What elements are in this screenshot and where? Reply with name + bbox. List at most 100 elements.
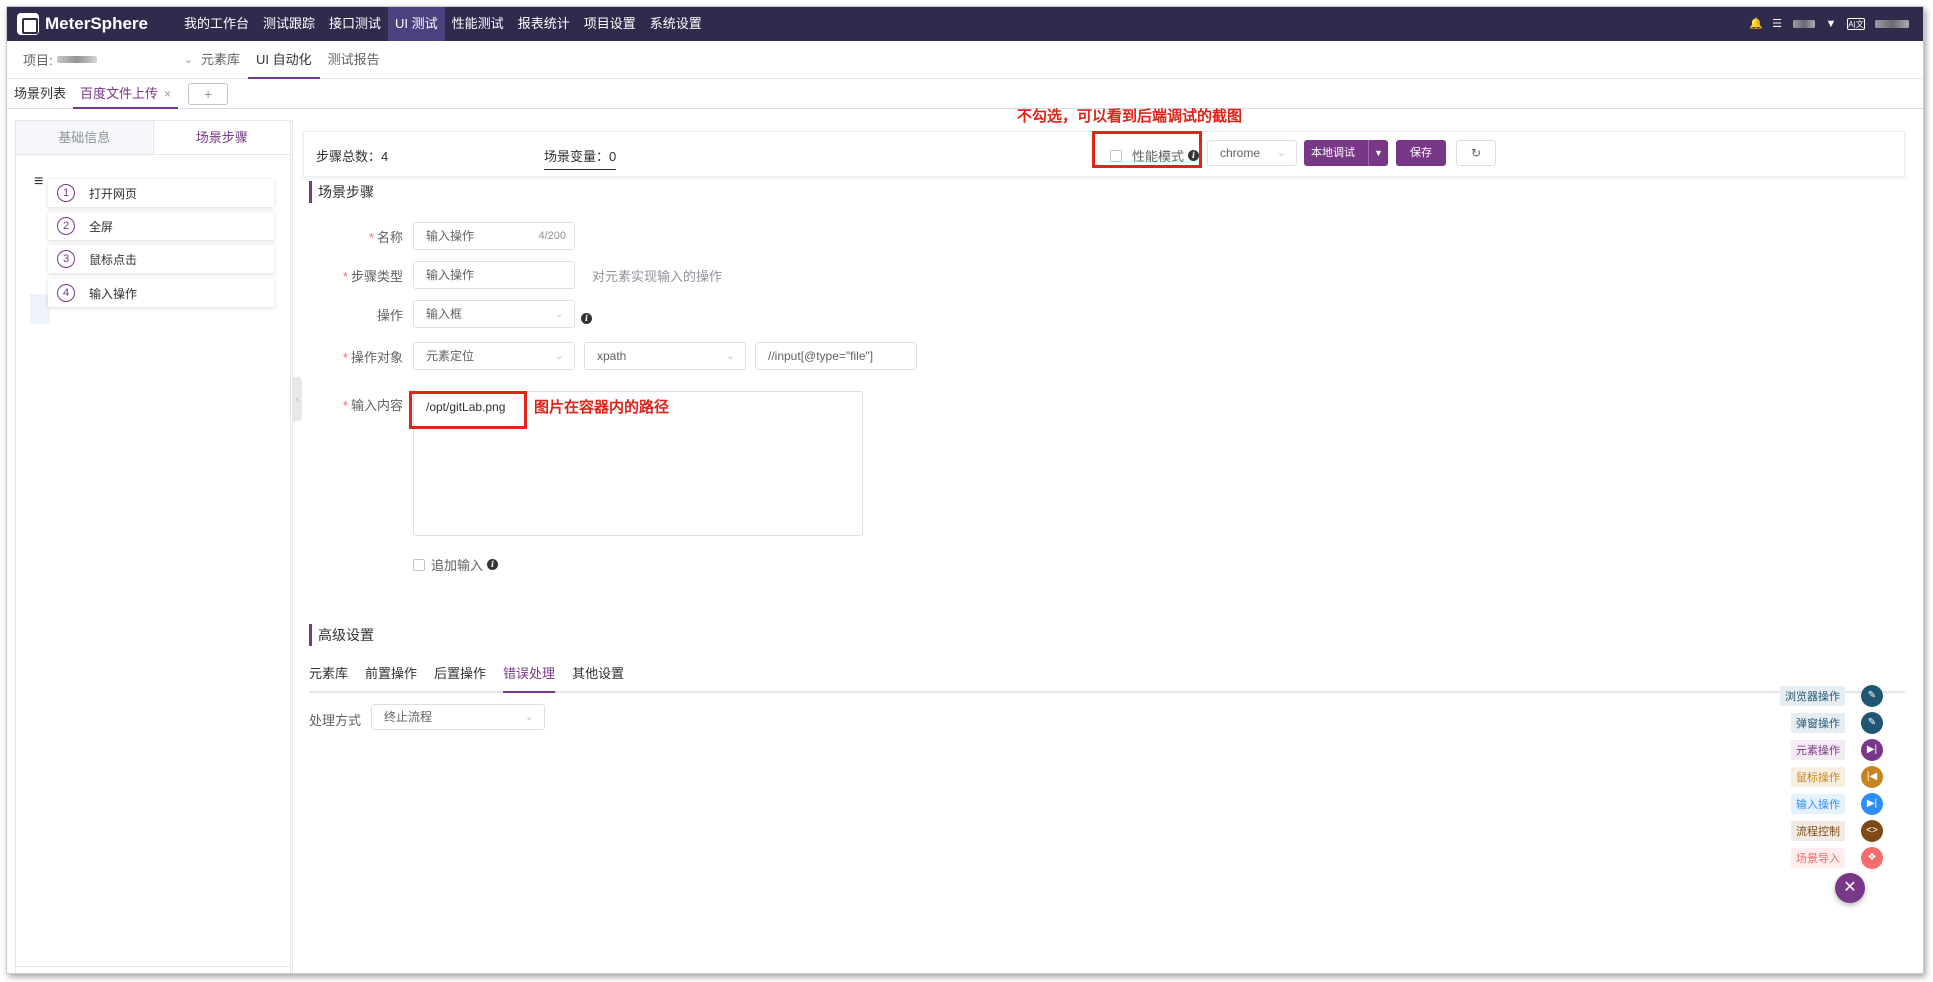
caret-down-icon[interactable]: ▼: [1825, 18, 1837, 30]
save-button[interactable]: 保存: [1396, 140, 1446, 166]
project-selector[interactable]: 项目: ⌄: [23, 50, 193, 69]
operation-select[interactable]: 输入框 ⌄: [413, 300, 575, 328]
add-tab-button[interactable]: +: [188, 82, 229, 105]
fab-label: 浏览器操作: [1780, 686, 1845, 706]
skip-back-icon[interactable]: |◀: [1861, 766, 1883, 788]
path-annotation: 图片在容器内的路径: [534, 399, 670, 416]
tab-baidu-upload-label: 百度文件上传: [80, 85, 159, 101]
nav-performance-test[interactable]: 性能测试: [445, 7, 511, 41]
skip-forward-icon[interactable]: ▶|: [1861, 739, 1883, 761]
step-item[interactable]: 1 打开网页: [48, 179, 274, 207]
hamburger-icon[interactable]: ≡: [34, 173, 43, 191]
language-icon[interactable]: A|文: [1847, 18, 1865, 30]
top-navbar: MeterSphere 我的工作台 测试跟踪 接口测试 UI 测试 性能测试 报…: [7, 7, 1923, 41]
step-type-hint: 对元素实现输入的操作: [592, 269, 723, 284]
locate-method-select[interactable]: xpath ⌄: [584, 342, 746, 370]
nav-test-track[interactable]: 测试跟踪: [256, 7, 322, 41]
bell-icon[interactable]: 🔔: [1749, 18, 1763, 30]
chevron-down-icon: ⌄: [183, 54, 193, 66]
step-number: 4: [57, 284, 75, 302]
local-debug-button[interactable]: 本地调试 ▼: [1304, 140, 1388, 166]
browser-value: chrome: [1220, 146, 1261, 160]
refresh-button[interactable]: ↻: [1456, 140, 1496, 166]
nav-report[interactable]: 报表统计: [511, 7, 577, 41]
fab-label: 鼠标操作: [1791, 767, 1845, 787]
scene-left-panel: 基础信息 场景步骤 ≡ 1 打开网页 2 全屏 3 鼠标点击 4 输入操作: [15, 120, 291, 973]
skip-forward-icon[interactable]: ▶|: [1861, 793, 1883, 815]
fab-dialog-operation[interactable]: 弹窗操作 ✎: [1791, 712, 1883, 734]
tab-element-library[interactable]: 元素库: [309, 661, 348, 693]
fab-label: 流程控制: [1791, 821, 1845, 841]
step-number: 1: [57, 184, 75, 202]
list-icon[interactable]: ☰: [1771, 18, 1783, 30]
name-input[interactable]: 输入操作 4/200: [413, 222, 575, 250]
target-locate-value: 元素定位: [426, 349, 475, 363]
tab-scene-list[interactable]: 场景列表: [7, 79, 73, 109]
project-name: [56, 56, 97, 63]
fab-flow-control[interactable]: 流程控制 <>: [1791, 820, 1883, 842]
user-avatar-name[interactable]: [1875, 20, 1909, 28]
left-panel-tabs: 基础信息 场景步骤: [16, 121, 290, 155]
code-brackets-icon[interactable]: <>: [1861, 820, 1883, 842]
locate-method-value: xpath: [597, 349, 627, 363]
nav-right-tools: 🔔 ☰ ▼ A|文: [1749, 18, 1909, 30]
subnav-test-report[interactable]: 测试报告: [320, 41, 388, 79]
info-icon[interactable]: i: [581, 313, 592, 324]
step-item[interactable]: 2 全屏: [48, 212, 274, 240]
brand-logo[interactable]: MeterSphere: [17, 13, 177, 35]
fab-browser-operation[interactable]: 浏览器操作 ✎: [1780, 685, 1883, 707]
nav-api-test[interactable]: 接口测试: [322, 7, 388, 41]
tab-pre-operation[interactable]: 前置操作: [365, 661, 417, 693]
step-item[interactable]: 3 鼠标点击: [48, 245, 274, 273]
scene-variables-link[interactable]: 场景变量：0: [544, 146, 617, 170]
step-type-label: * 步骤类型: [342, 269, 403, 284]
nav-workbench[interactable]: 我的工作台: [177, 7, 256, 41]
chevron-down-icon: ⌄: [524, 711, 534, 723]
handling-select[interactable]: 终止流程 ⌄: [371, 704, 545, 730]
nav-ui-test[interactable]: UI 测试: [388, 7, 445, 41]
browser-select[interactable]: chrome ⌄: [1207, 140, 1297, 166]
scene-tab-bar: 场景列表 百度文件上传 × +: [7, 79, 1923, 109]
pencil-icon[interactable]: ✎: [1861, 712, 1883, 734]
close-icon[interactable]: ×: [164, 87, 171, 101]
tab-scene-steps[interactable]: 场景步骤: [152, 121, 290, 154]
step-type-input[interactable]: 输入操作: [413, 261, 575, 289]
step-total: 步骤总数：4: [316, 149, 389, 164]
step-label: 鼠标点击: [89, 252, 138, 267]
fab-input-operation[interactable]: 输入操作 ▶|: [1791, 793, 1883, 815]
tab-post-operation[interactable]: 后置操作: [434, 661, 486, 693]
tab-other-settings[interactable]: 其他设置: [572, 661, 624, 693]
fab-label: 输入操作: [1791, 794, 1845, 814]
append-input-toggle[interactable]: 追加输入 i: [413, 555, 499, 574]
fab-element-operation[interactable]: 元素操作 ▶|: [1791, 739, 1883, 761]
append-input-checkbox[interactable]: [413, 558, 425, 571]
tab-error-handling[interactable]: 错误处理: [503, 661, 556, 693]
fab-scene-import[interactable]: 场景导入 ❖: [1791, 847, 1883, 869]
fab-mouse-operation[interactable]: 鼠标操作 |◀: [1791, 766, 1883, 788]
info-icon[interactable]: i: [487, 559, 499, 570]
target-locate-select[interactable]: 元素定位 ⌄: [413, 342, 575, 370]
metersphere-logo-icon: [17, 13, 39, 35]
step-number: 2: [57, 217, 75, 235]
step-item[interactable]: 4 输入操作: [48, 279, 274, 307]
import-icon[interactable]: ❖: [1861, 847, 1883, 869]
tab-baidu-upload[interactable]: 百度文件上传 ×: [73, 79, 179, 109]
chevron-down-icon: ⌄: [554, 308, 564, 320]
pencil-icon[interactable]: ✎: [1861, 685, 1883, 707]
section-advanced-settings: 高级设置: [309, 624, 374, 646]
subnav-element-library[interactable]: 元素库: [193, 41, 248, 79]
name-char-count: 4/200: [538, 230, 566, 242]
fab-close-button[interactable]: ✕: [1835, 873, 1865, 903]
advanced-tabs: 元素库 前置操作 后置操作 错误处理 其他设置: [309, 661, 1905, 693]
nav-project-settings[interactable]: 项目设置: [577, 7, 643, 41]
local-debug-label: 本地调试: [1311, 147, 1355, 159]
locator-expression-input[interactable]: //input[@type="file"]: [755, 342, 917, 370]
tab-basic-info[interactable]: 基础信息: [16, 121, 153, 154]
close-icon: ✕: [1843, 879, 1857, 896]
app-window: MeterSphere 我的工作台 测试跟踪 接口测试 UI 测试 性能测试 报…: [6, 6, 1924, 974]
sub-navbar: 项目: ⌄ 元素库 UI 自动化 测试报告: [7, 41, 1923, 79]
workspace-selector[interactable]: [1793, 20, 1815, 28]
nav-system-settings[interactable]: 系统设置: [643, 7, 709, 41]
subnav-ui-automation[interactable]: UI 自动化: [248, 41, 320, 79]
chevron-down-icon[interactable]: ▼: [1368, 140, 1388, 166]
